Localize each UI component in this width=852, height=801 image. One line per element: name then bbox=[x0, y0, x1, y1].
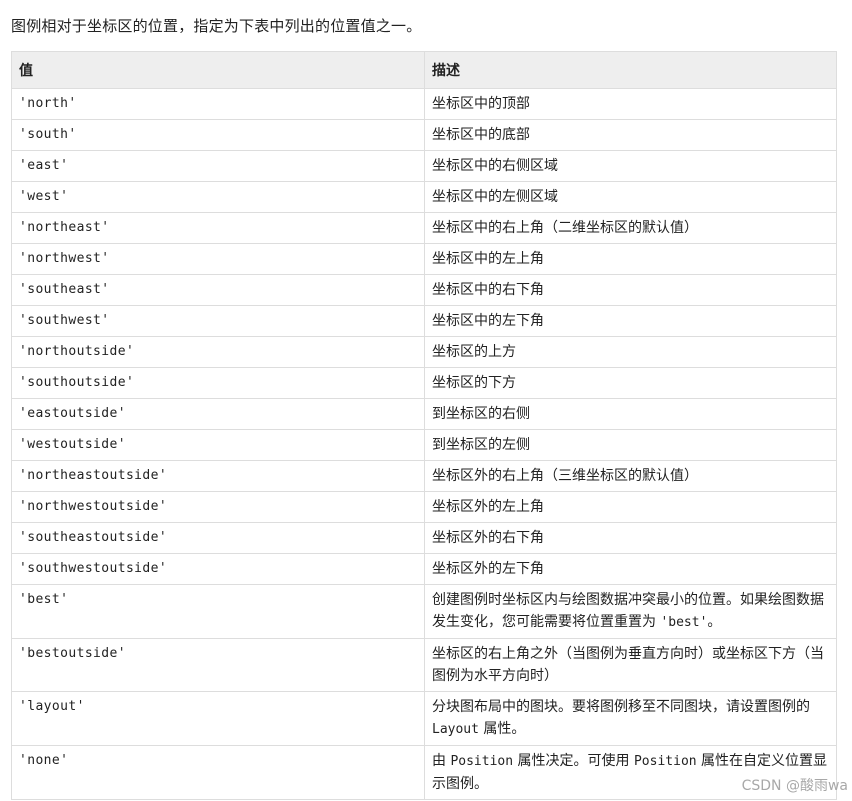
value-cell: 'northoutside' bbox=[11, 336, 425, 368]
table-row: 'northwestoutside' 坐标区外的左上角 bbox=[11, 491, 837, 523]
description-cell: 坐标区的下方 bbox=[424, 367, 837, 399]
value-cell: 'southoutside' bbox=[11, 367, 425, 399]
value-cell: 'southwestoutside' bbox=[11, 553, 425, 585]
table-row: 'southeast' 坐标区中的右下角 bbox=[11, 274, 837, 306]
table-row: 'southoutside' 坐标区的下方 bbox=[11, 367, 837, 399]
inline-code: Layout bbox=[432, 722, 479, 737]
description-cell: 坐标区中的左下角 bbox=[424, 305, 837, 337]
description-cell: 坐标区外的左下角 bbox=[424, 553, 837, 585]
value-cell: 'north' bbox=[11, 88, 425, 120]
table-row: 'west' 坐标区中的左侧区域 bbox=[11, 181, 837, 213]
description-cell: 分块图布局中的图块。要将图例移至不同图块，请设置图例的 Layout 属性。 bbox=[424, 691, 837, 746]
value-cell: 'south' bbox=[11, 119, 425, 151]
description-cell: 坐标区的右上角之外（当图例为垂直方向时）或坐标区下方（当图例为水平方向时） bbox=[424, 638, 837, 692]
description-cell: 创建图例时坐标区内与绘图数据冲突最小的位置。如果绘图数据发生变化，您可能需要将位… bbox=[424, 584, 837, 639]
value-cell: 'northeast' bbox=[11, 212, 425, 244]
description-cell: 坐标区的上方 bbox=[424, 336, 837, 368]
value-cell: 'west' bbox=[11, 181, 425, 213]
table-row: 'south' 坐标区中的底部 bbox=[11, 119, 837, 151]
table-row: 'north' 坐标区中的顶部 bbox=[11, 88, 837, 120]
table-row: 'northeastoutside' 坐标区外的右上角（三维坐标区的默认值） bbox=[11, 460, 837, 492]
location-values-table: 值 描述 'north' 坐标区中的顶部'south' 坐标区中的底部'east' 坐… bbox=[11, 51, 837, 800]
table-row: 'northoutside' 坐标区的上方 bbox=[11, 336, 837, 368]
description-cell: 坐标区外的左上角 bbox=[424, 491, 837, 523]
intro-text: 图例相对于坐标区的位置，指定为下表中列出的位置值之一。 bbox=[11, 17, 422, 35]
description-cell: 坐标区外的右下角 bbox=[424, 522, 837, 554]
csdn-watermark: CSDN @酸雨wa bbox=[741, 778, 848, 794]
value-cell: 'east' bbox=[11, 150, 425, 182]
table-row: 'bestoutside' 坐标区的右上角之外（当图例为垂直方向时）或坐标区下方（… bbox=[11, 638, 837, 692]
table-row: 'southwest' 坐标区中的左下角 bbox=[11, 305, 837, 337]
table-row: 'westoutside' 到坐标区的左侧 bbox=[11, 429, 837, 461]
value-cell: 'best' bbox=[11, 584, 425, 639]
description-cell: 到坐标区的右侧 bbox=[424, 398, 837, 430]
value-cell: 'northeastoutside' bbox=[11, 460, 425, 492]
description-text: 属性。 bbox=[478, 721, 526, 737]
description-text: 由 bbox=[432, 753, 451, 769]
inline-code: 'best' bbox=[660, 615, 708, 630]
table-row: 'none' 由 Position 属性决定。可使用 Position 属性在自定… bbox=[11, 745, 837, 800]
table-row: 'southeastoutside' 坐标区外的右下角 bbox=[11, 522, 837, 554]
table-header-row: 值 描述 bbox=[11, 51, 837, 89]
value-cell: 'westoutside' bbox=[11, 429, 425, 461]
description-cell: 坐标区外的右上角（三维坐标区的默认值） bbox=[424, 460, 837, 492]
table-row: 'layout' 分块图布局中的图块。要将图例移至不同图块，请设置图例的 Layo… bbox=[11, 691, 837, 746]
description-text: 分块图布局中的图块。要将图例移至不同图块，请设置图例的 bbox=[432, 699, 810, 715]
table-row: 'eastoutside' 到坐标区的右侧 bbox=[11, 398, 837, 430]
description-cell: 坐标区中的左上角 bbox=[424, 243, 837, 275]
description-cell: 坐标区中的右侧区域 bbox=[424, 150, 837, 182]
value-cell: 'northwest' bbox=[11, 243, 425, 275]
value-cell: 'southwest' bbox=[11, 305, 425, 337]
table-row: 'northwest' 坐标区中的左上角 bbox=[11, 243, 837, 275]
description-cell: 坐标区中的顶部 bbox=[424, 88, 837, 120]
table-body: 'north' 坐标区中的顶部'south' 坐标区中的底部'east' 坐标区中的右… bbox=[11, 88, 837, 800]
value-cell: 'northwestoutside' bbox=[11, 491, 425, 523]
inline-code: Position bbox=[450, 754, 514, 769]
header-value: 值 bbox=[11, 51, 425, 89]
inline-code: Position bbox=[633, 754, 697, 769]
description-cell: 坐标区中的右下角 bbox=[424, 274, 837, 306]
value-cell: 'none' bbox=[11, 745, 425, 800]
table-row: 'east' 坐标区中的右侧区域 bbox=[11, 150, 837, 182]
table-row: 'southwestoutside' 坐标区外的左下角 bbox=[11, 553, 837, 585]
table-row: 'northeast' 坐标区中的右上角（二维坐标区的默认值） bbox=[11, 212, 837, 244]
description-text: 创建图例时坐标区内与绘图数据冲突最小的位置。如果绘图数据发生变化，您可能需要将位… bbox=[432, 592, 824, 630]
description-cell: 坐标区中的右上角（二维坐标区的默认值） bbox=[424, 212, 837, 244]
value-cell: 'layout' bbox=[11, 691, 425, 746]
header-description: 描述 bbox=[424, 51, 837, 89]
description-cell: 坐标区中的底部 bbox=[424, 119, 837, 151]
description-cell: 坐标区中的左侧区域 bbox=[424, 181, 837, 213]
value-cell: 'bestoutside' bbox=[11, 638, 425, 692]
value-cell: 'southeast' bbox=[11, 274, 425, 306]
table-row: 'best' 创建图例时坐标区内与绘图数据冲突最小的位置。如果绘图数据发生变化，您… bbox=[11, 584, 837, 639]
description-text: 属性决定。可使用 bbox=[513, 753, 634, 769]
value-cell: 'southeastoutside' bbox=[11, 522, 425, 554]
description-cell: 到坐标区的左侧 bbox=[424, 429, 837, 461]
value-cell: 'eastoutside' bbox=[11, 398, 425, 430]
description-text: 。 bbox=[707, 614, 722, 630]
